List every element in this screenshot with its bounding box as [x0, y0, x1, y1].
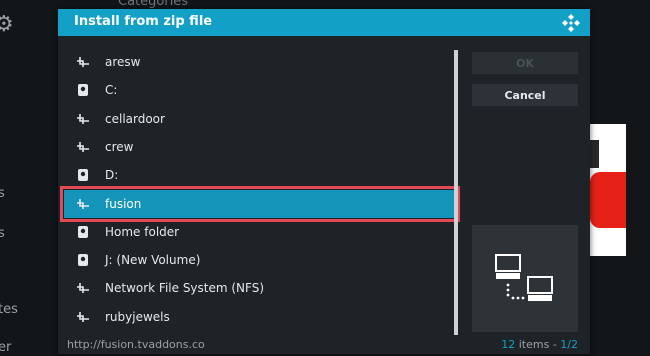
source-list: aresw C: cellardoor crew D: fusion Home folder… [60, 48, 460, 332]
network-share-icon [74, 279, 92, 297]
list-item[interactable]: rubyjewels [64, 303, 456, 331]
cancel-button[interactable]: Cancel [472, 84, 578, 106]
network-share-icon [74, 138, 92, 156]
drive-icon [74, 166, 92, 184]
drive-icon [74, 81, 92, 99]
list-item-label: cellardoor [105, 111, 165, 126]
list-item-label: crew [105, 139, 134, 154]
list-item[interactable]: cellardoor [64, 105, 456, 133]
install-from-zip-dialog: Install from zip file aresw C: cellardoor c… [58, 9, 590, 354]
item-count-suffix: items - [515, 338, 561, 351]
youtube-logo [590, 172, 626, 228]
current-path: http://fusion.tvaddons.co [67, 338, 205, 351]
item-count: 12 items - 1/2 [501, 338, 578, 351]
bg-side-fragment: s [0, 226, 5, 241]
network-computers-icon [495, 254, 553, 301]
network-share-icon [74, 195, 92, 213]
list-item[interactable]: aresw [64, 48, 456, 76]
list-item-label: fusion [105, 196, 142, 211]
bg-categories-label: Categories [118, 0, 189, 9]
list-item-label: D: [105, 168, 119, 183]
list-item[interactable]: Network File System (NFS) [64, 274, 456, 302]
bg-side-fragment: s [0, 186, 5, 201]
dialog-title: Install from zip file [74, 14, 213, 29]
list-item[interactable]: D: [64, 161, 456, 189]
list-scrollbar[interactable] [454, 50, 458, 335]
network-share-icon [74, 308, 92, 326]
kodi-logo-icon [562, 14, 580, 32]
list-item-label: J: (New Volume) [105, 253, 201, 268]
bg-side-fragment: er [0, 340, 12, 355]
gear-icon: ⚙ [0, 12, 14, 37]
page-indicator: 1/2 [560, 338, 578, 351]
list-item[interactable]: Home folder [64, 218, 456, 246]
scrollbar-thumb[interactable] [454, 50, 458, 335]
drive-icon [74, 251, 92, 269]
list-item[interactable]: crew [64, 133, 456, 161]
item-count-number: 12 [501, 338, 516, 351]
bg-side-fragment: tes [0, 302, 18, 317]
list-item-label: Home folder [105, 224, 180, 239]
network-share-icon [74, 110, 92, 128]
drive-icon [74, 223, 92, 241]
ok-button[interactable]: OK [472, 52, 578, 74]
list-item[interactable]: J: (New Volume) [64, 246, 456, 274]
list-item-label: Network File System (NFS) [105, 281, 265, 296]
list-item[interactable]: C: [64, 76, 456, 104]
list-item-label: aresw [105, 55, 141, 69]
preview-panel [472, 225, 578, 332]
network-share-icon [74, 53, 92, 71]
list-item-selected[interactable]: fusion [60, 185, 460, 222]
dialog-header: Install from zip file [58, 9, 590, 36]
list-item-label: C: [105, 83, 118, 98]
list-item-label: rubyjewels [105, 309, 170, 324]
